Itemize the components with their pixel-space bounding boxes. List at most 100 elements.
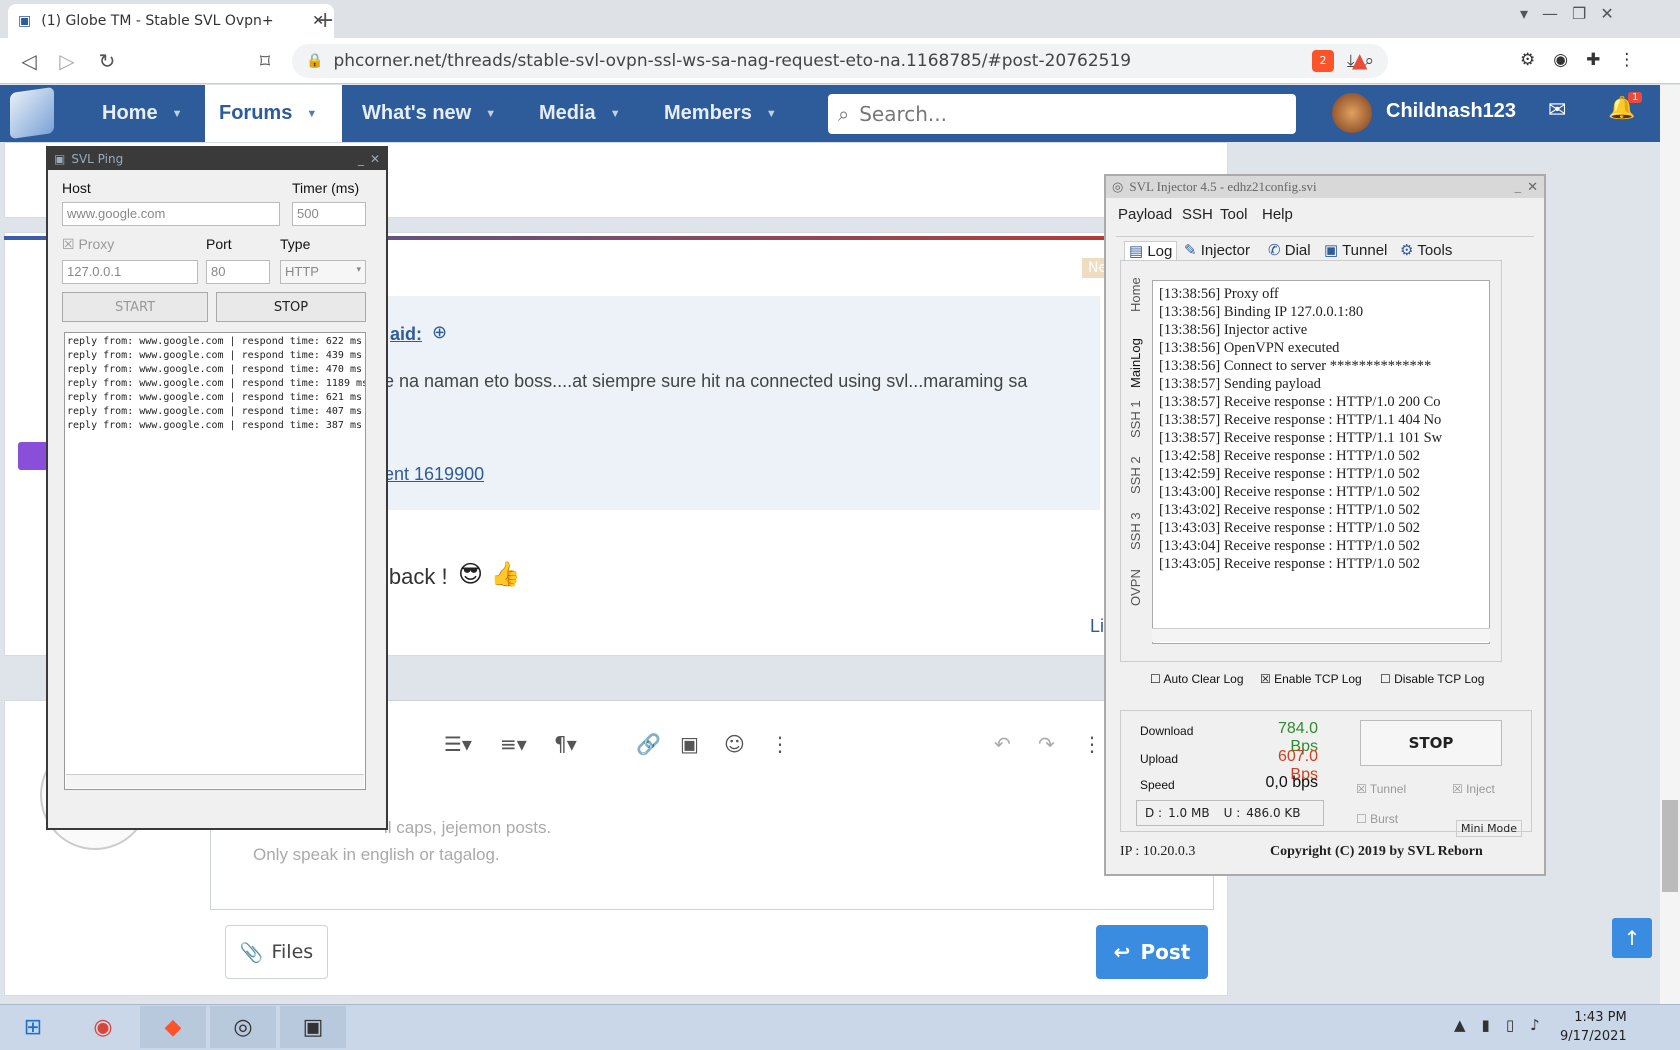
tab-injector[interactable]: ✎ Injector [1184, 241, 1250, 259]
nav-forums[interactable]: Forums ▼ [205, 85, 342, 142]
side-tab-mainlog[interactable]: MainLog [1128, 338, 1143, 388]
chrome-icon[interactable]: ◉ [70, 1006, 136, 1048]
quote-author[interactable]: aid: [390, 324, 422, 345]
injector-titlebar[interactable]: ◎ SVL Injector 4.5 - edhz21config.svi _ … [1106, 176, 1544, 198]
ping-reply-log[interactable]: reply from: www.google.com | respond tim… [64, 332, 366, 790]
ping-taskbar-icon[interactable]: ▣ [280, 1006, 346, 1048]
menu-tool[interactable]: Tool [1220, 206, 1248, 223]
like-link[interactable]: Li [1090, 616, 1104, 637]
link-icon[interactable]: 🔗 [636, 732, 661, 756]
mail-icon[interactable]: ✉ [1548, 98, 1566, 123]
reload-icon[interactable]: ↻ [92, 46, 122, 76]
clock[interactable]: 1:43 PM 9/17/2021 [1560, 1008, 1627, 1046]
tab-tunnel[interactable]: ▣ Tunnel [1324, 241, 1387, 259]
network-icon[interactable]: ▮ [1482, 1016, 1490, 1034]
minimize-icon[interactable]: _ [358, 152, 364, 166]
brave-rewards-icon[interactable]: ▲ [1352, 48, 1367, 72]
back-icon[interactable]: ◁ [14, 46, 44, 76]
minimize-icon[interactable]: — [1542, 4, 1558, 23]
tab-dial[interactable]: ✆ Dial [1268, 241, 1311, 259]
address-bar[interactable]: 🔒 phcorner.net/threads/stable-svl-ovpn-s… [292, 44, 1388, 78]
username[interactable]: Childnash123 [1386, 100, 1516, 123]
avatar[interactable] [1332, 93, 1372, 133]
start-button[interactable]: START [62, 292, 208, 322]
nav-members[interactable]: Members ▼ [650, 85, 791, 142]
tray-up-icon[interactable]: ▲ [1454, 1016, 1466, 1034]
tab-log[interactable]: ▤ Log [1124, 241, 1178, 260]
image-icon[interactable]: ▣ [680, 732, 699, 756]
horizontal-scrollbar[interactable] [66, 774, 364, 788]
attachment-link[interactable]: ent 1619900 [384, 464, 484, 485]
chevron-down-icon[interactable]: ▼ [610, 108, 621, 120]
browser-tab[interactable]: ▣ (1) Globe TM - Stable SVL Ovpn+ ✕ [8, 4, 334, 38]
paragraph-icon[interactable]: ¶▾ [554, 732, 577, 756]
close-window-icon[interactable]: ✕ [1600, 4, 1613, 23]
tab-tools[interactable]: ⚙ Tools [1400, 241, 1452, 259]
bookmark-icon[interactable]: ⌑ [250, 46, 280, 76]
minimize-icon[interactable]: _ [1515, 179, 1522, 195]
side-tab-ssh2[interactable]: SSH 2 [1128, 456, 1143, 494]
forward-icon[interactable]: ▷ [52, 46, 82, 76]
restore-icon[interactable]: ❐ [1572, 4, 1586, 23]
more-icon[interactable]: ⋮ [1082, 732, 1102, 756]
emoji-icon[interactable]: ☺ [724, 732, 745, 756]
horizontal-scrollbar[interactable] [1152, 628, 1490, 642]
side-tab-home[interactable]: Home [1128, 277, 1143, 312]
mini-mode-button[interactable]: Mini Mode [1456, 820, 1523, 837]
list-icon[interactable]: ☰▾ [444, 732, 472, 756]
extension-icon-a[interactable]: ⚙ [1520, 50, 1535, 70]
nav-home[interactable]: Home ▼ [88, 85, 196, 142]
side-tab-ssh3[interactable]: SSH 3 [1128, 512, 1143, 550]
nav-whats-new[interactable]: What's new ▼ [348, 85, 510, 142]
ping-titlebar[interactable]: ▣ SVL Ping _ ✕ [48, 148, 386, 170]
menu-icon[interactable]: ⋮ [1618, 50, 1635, 70]
nav-media[interactable]: Media ▼ [525, 85, 635, 142]
extension-icon-b[interactable]: ◉ [1553, 50, 1568, 70]
side-tab-ssh1[interactable]: SSH 1 [1128, 400, 1143, 438]
scroll-top-button[interactable]: ↑ [1612, 918, 1652, 958]
disable-tcp-log-checkbox[interactable]: ☐ Disable TCP Log [1380, 672, 1484, 686]
svl-taskbar-icon[interactable]: ◎ [210, 1006, 276, 1048]
close-icon[interactable]: ✕ [370, 152, 380, 166]
chevron-down-icon[interactable]: ▼ [306, 108, 317, 120]
inject-checkbox[interactable]: ☒ Inject [1452, 782, 1495, 796]
host-field[interactable]: www.google.com [62, 202, 280, 226]
stop-button[interactable]: STOP [1360, 720, 1502, 766]
battery-icon[interactable]: ▯ [1506, 1016, 1514, 1034]
chevron-down-icon[interactable]: ▼ [172, 108, 183, 120]
auto-clear-log-checkbox[interactable]: ☐ Auto Clear Log [1150, 672, 1244, 686]
burst-checkbox[interactable]: ☐ Burst [1356, 812, 1398, 826]
redo-icon[interactable]: ↷ [1038, 732, 1055, 756]
brave-taskbar-icon[interactable]: ◆ [140, 1006, 206, 1048]
attach-files-button[interactable]: 📎 Files [225, 925, 328, 979]
type-select[interactable]: HTTP ▾ [280, 260, 366, 284]
scrollbar-thumb[interactable] [1662, 800, 1678, 892]
close-icon[interactable]: ✕ [1527, 179, 1538, 195]
chevron-down-icon[interactable]: ▼ [485, 108, 496, 120]
proxy-checkbox[interactable]: ☒ Proxy [62, 236, 114, 253]
go-to-quote-icon[interactable]: ⊕ [432, 322, 447, 343]
side-tab-ovpn[interactable]: OVPN [1128, 569, 1143, 606]
more-icon[interactable]: ⋮ [770, 732, 790, 756]
tunnel-checkbox[interactable]: ☒ Tunnel [1356, 782, 1406, 796]
post-reply-button[interactable]: ↩ Post [1096, 925, 1208, 979]
enable-tcp-log-checkbox[interactable]: ☒ Enable TCP Log [1260, 672, 1362, 686]
tab-search-icon[interactable]: ▾ [1520, 4, 1528, 23]
menu-ssh[interactable]: SSH [1182, 206, 1213, 223]
proxy-field[interactable]: 127.0.0.1 [62, 260, 198, 284]
stop-button[interactable]: STOP [216, 292, 366, 322]
search-input[interactable]: ⌕ Search... [828, 94, 1296, 134]
menu-help[interactable]: Help [1262, 206, 1293, 223]
align-icon[interactable]: ≡▾ [500, 732, 527, 756]
port-field[interactable]: 80 [206, 260, 270, 284]
chevron-down-icon[interactable]: ▼ [766, 108, 777, 120]
volume-icon[interactable]: ♪ [1530, 1016, 1540, 1034]
puzzle-icon[interactable]: ✚ [1586, 50, 1600, 70]
undo-icon[interactable]: ↶ [994, 732, 1011, 756]
menu-payload[interactable]: Payload [1118, 206, 1172, 223]
start-button[interactable]: ⊞ [0, 1006, 66, 1048]
new-tab-button[interactable]: + [316, 8, 334, 33]
main-log[interactable]: [13:38:56] Proxy off [13:38:56] Binding I… [1152, 280, 1490, 644]
site-logo[interactable] [10, 86, 54, 140]
brave-shield-icon[interactable]: 2 [1312, 50, 1334, 72]
